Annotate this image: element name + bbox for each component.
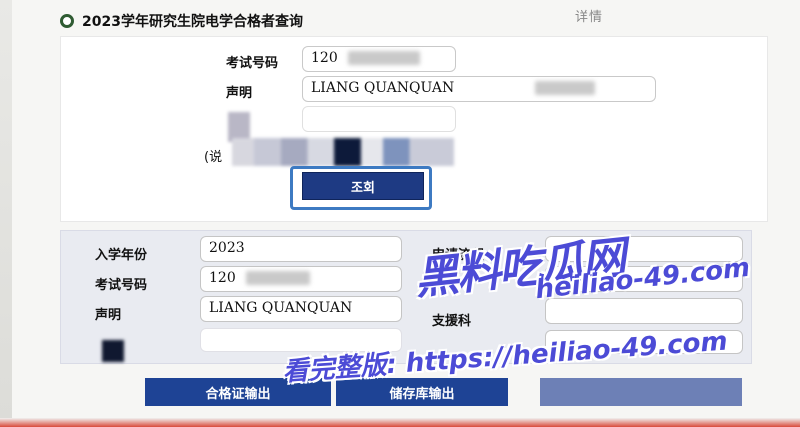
disabled-output-button[interactable] xyxy=(540,378,742,406)
result-name-field: LIANG QUANQUAN xyxy=(200,296,402,322)
exam-number-label: 考试号码 xyxy=(226,56,279,71)
page-title: 2023学年研究生院电学合格者查询 xyxy=(82,14,303,30)
year-label: 入学年份 xyxy=(95,248,148,263)
name-input[interactable]: LIANG QUANQUAN xyxy=(302,76,656,102)
note-label: (说 xyxy=(204,150,223,165)
radio-bullet-icon xyxy=(60,14,74,28)
name-label: 声明 xyxy=(226,86,253,101)
support-field xyxy=(545,298,743,324)
exam-number-value: 120 xyxy=(311,50,338,66)
page: 2023学年研究生院电学合格者查询 详情 考试号码 120 声明 LIANG Q… xyxy=(0,0,800,427)
redacted-digits xyxy=(348,51,421,65)
left-scrollbar xyxy=(0,0,12,427)
redacted-mosaic xyxy=(232,138,454,166)
result-exam-number-field: 120 xyxy=(200,266,402,292)
page-header: 2023学年研究生院电学合格者查询 xyxy=(60,8,303,34)
exam-number-input[interactable]: 120 xyxy=(302,46,456,72)
year-field: 2023 xyxy=(200,236,402,262)
redacted-extra xyxy=(534,81,595,95)
result-exam-number-value: 120 xyxy=(209,270,236,286)
result-redacted-block xyxy=(102,340,124,362)
result-name-label: 声明 xyxy=(95,308,122,323)
search-button[interactable]: 조회 xyxy=(302,172,424,200)
bottom-accent-bar xyxy=(0,418,800,427)
result-redacted-digits xyxy=(246,271,311,285)
blank-input[interactable] xyxy=(302,106,456,132)
support-label: 支援科 xyxy=(432,314,472,329)
name-value: LIANG QUANQUAN xyxy=(311,80,455,96)
corner-link[interactable]: 详情 xyxy=(575,6,603,25)
result-exam-number-label: 考试号码 xyxy=(95,278,148,293)
